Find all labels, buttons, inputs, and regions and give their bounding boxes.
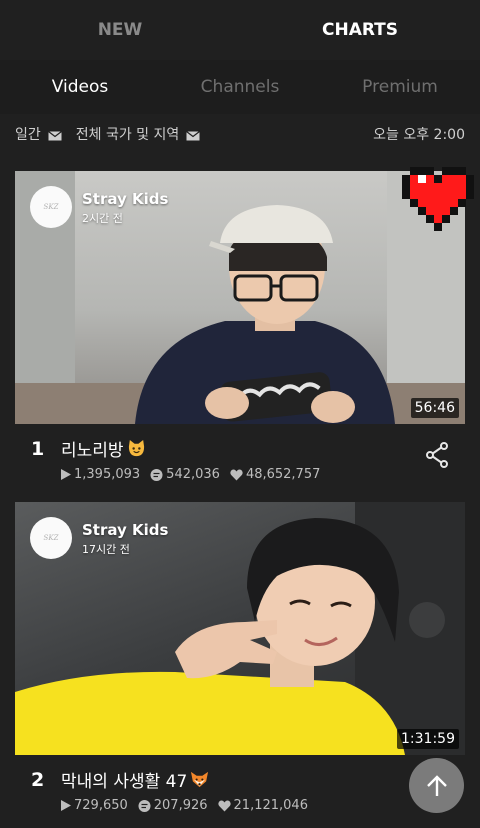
video-thumbnail[interactable]: SKZ Stray Kids 2시간 전 56:46 — [15, 171, 465, 424]
region-filter-label: 전체 국가 및 지역 — [75, 127, 180, 143]
pixel-heart-icon[interactable] — [402, 167, 474, 231]
video-title-text: 리노리방 — [61, 441, 124, 461]
channel-name[interactable]: Stray Kids — [82, 190, 168, 208]
arrow-up-icon — [426, 774, 447, 796]
tab-charts[interactable]: CHARTS — [240, 0, 480, 60]
period-filter[interactable]: 일간 — [15, 124, 62, 144]
comment-count: 207,926 — [138, 798, 208, 813]
period-filter-label: 일간 — [15, 127, 41, 143]
top-navigation: NEW CHARTS — [0, 0, 480, 60]
envelope-icon — [186, 129, 201, 141]
video-card[interactable]: SKZ Stray Kids 17시간 전 1:31:59 2 막내의 사생활 … — [15, 502, 465, 825]
video-title-text: 막내의 사생활 47 — [61, 772, 188, 792]
heart-count: 48,652,757 — [230, 467, 320, 482]
video-duration: 56:46 — [410, 398, 459, 418]
filter-bar: 일간 전체 국가 및 지역 오늘 오후 2:00 — [0, 114, 480, 154]
scroll-to-top-button[interactable] — [409, 758, 464, 813]
upload-time: 2시간 전 — [82, 212, 123, 225]
chart-rank: 1 — [31, 437, 45, 460]
channel-name[interactable]: Stray Kids — [82, 521, 168, 539]
play-count: 1,395,093 — [61, 467, 140, 482]
updated-time: 오늘 오후 2:00 — [373, 127, 465, 143]
upload-time: 17시간 전 — [82, 543, 130, 556]
heart-icon — [230, 469, 243, 480]
channel-avatar[interactable]: SKZ — [30, 186, 72, 228]
video-title[interactable]: 리노리방 — [61, 436, 146, 461]
cat-face-emoji-icon — [127, 439, 146, 458]
comment-count: 542,036 — [150, 467, 220, 482]
region-filter[interactable]: 전체 국가 및 지역 — [76, 124, 201, 144]
heart-count: 21,121,046 — [217, 798, 308, 813]
share-button[interactable] — [425, 442, 449, 472]
play-icon — [61, 800, 71, 811]
tab-premium[interactable]: Premium — [320, 60, 480, 114]
fox-face-emoji-icon — [190, 770, 209, 789]
video-thumbnail[interactable]: SKZ Stray Kids 17시간 전 1:31:59 — [15, 502, 465, 755]
play-icon — [61, 469, 71, 480]
comment-icon — [138, 799, 151, 812]
heart-icon — [217, 800, 231, 811]
tab-new[interactable]: NEW — [0, 0, 240, 60]
tab-videos[interactable]: Videos — [0, 60, 160, 114]
tab-channels[interactable]: Channels — [160, 60, 320, 114]
chart-rank: 2 — [31, 768, 45, 791]
comment-icon — [150, 468, 163, 481]
channel-avatar[interactable]: SKZ — [30, 517, 72, 559]
video-title[interactable]: 막내의 사생활 47 — [61, 767, 209, 792]
share-icon — [426, 442, 448, 468]
play-count: 729,650 — [61, 798, 128, 813]
video-card[interactable]: SKZ Stray Kids 2시간 전 56:46 1 리노리방 1,395,… — [15, 171, 465, 494]
sub-navigation: Videos Channels Premium — [0, 60, 480, 114]
video-duration: 1:31:59 — [397, 729, 459, 749]
envelope-icon — [47, 129, 62, 141]
